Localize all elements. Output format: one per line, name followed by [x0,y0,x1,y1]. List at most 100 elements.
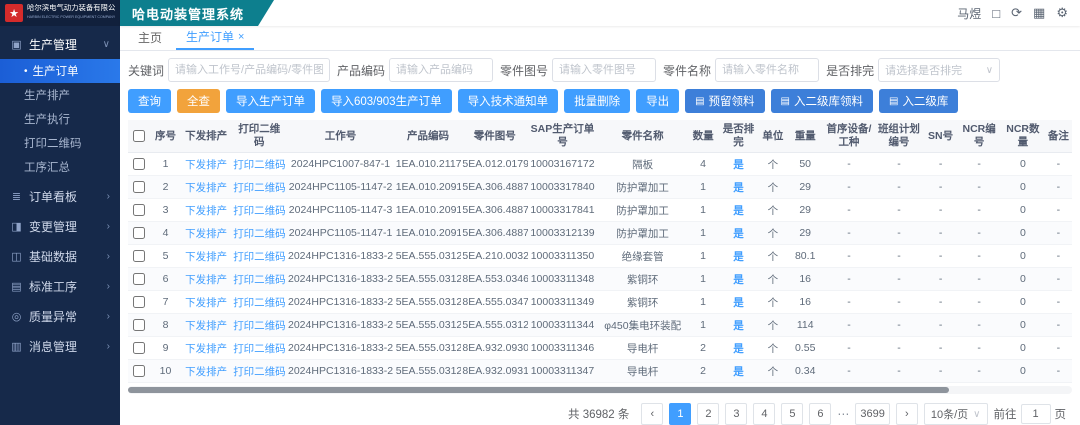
next-page-button[interactable]: › [896,403,918,425]
sidebar-item-process-summary[interactable]: 工序汇总 [0,155,120,179]
cell-qty: 1 [689,199,718,222]
page-button-3[interactable]: 3 [725,403,747,425]
dispatch-link[interactable]: 下发排产 [185,159,227,171]
page-button-4[interactable]: 4 [753,403,775,425]
goto-label: 前往 [994,406,1017,422]
more-pages-icon[interactable]: ⋯ [837,407,849,421]
tab-home[interactable]: 主页 [128,26,172,50]
cell-weight: 114 [786,314,824,337]
sidebar-subitem-label: 打印二维码 [24,135,82,151]
export-button[interactable]: 导出 [636,89,679,113]
row-checkbox[interactable] [133,319,145,331]
query-all-button[interactable]: 全查 [177,89,220,113]
print-qr-link[interactable]: 打印二维码 [233,251,286,263]
sidebar-item-quality-exception[interactable]: ◎ 质量异常 › [0,301,120,331]
cell-part-no: 5EA.306.4887 [461,199,528,222]
sidebar-item-order-board[interactable]: ≣ 订单看板 › [0,181,120,211]
cell-product-code: 1EA.010.2091 [395,199,462,222]
cell-dispatch: 下发排产 [180,314,232,337]
page-button-5[interactable]: 5 [781,403,803,425]
cell-scheduled: 是 [718,199,760,222]
batch-delete-button[interactable]: 批量删除 [564,89,630,113]
print-qr-link[interactable]: 打印二维码 [233,228,286,240]
filter-keyword: 关键词 [128,58,330,82]
dispatch-link[interactable]: 下发排产 [185,182,227,194]
horizontal-scrollbar[interactable] [128,386,1072,394]
page-button-6[interactable]: 6 [809,403,831,425]
goto-page-input[interactable] [1021,404,1051,424]
part-no-input[interactable] [552,58,656,82]
refresh-icon[interactable]: ⟳ [1011,5,1022,21]
print-qr-link[interactable]: 打印二维码 [233,205,286,217]
print-qr-link[interactable]: 打印二维码 [233,159,286,171]
import-tech-notice-button[interactable]: 导入技术通知单 [458,89,559,113]
cell-dispatch: 下发排产 [180,291,232,314]
row-checkbox[interactable] [133,365,145,377]
import-orders-button[interactable]: 导入生产订单 [226,89,315,113]
print-qr-link[interactable]: 打印二维码 [233,366,286,378]
tab-production-orders[interactable]: 生产订单 × [176,26,254,50]
row-select-cell [128,314,151,337]
keyword-input[interactable] [168,58,330,82]
col-product-code: 产品编码 [395,120,462,153]
cell-ncr-no: - [957,337,1001,360]
user-name[interactable]: 马煜 [957,5,981,22]
cell-product-code: 1EA.010.2091 [395,222,462,245]
print-qr-link[interactable]: 打印二维码 [233,343,286,355]
topbar-right: 马煜 □ ⟳ ▦ ⚙ [957,5,1080,22]
sidebar-item-change-mgmt[interactable]: ◨ 变更管理 › [0,211,120,241]
row-checkbox[interactable] [133,181,145,193]
row-checkbox[interactable] [133,158,145,170]
scheduled-label: 是否排完 [826,62,874,79]
dispatch-link[interactable]: 下发排产 [185,343,227,355]
sidebar-item-production-mgmt[interactable]: ▣ 生产管理 ∨ [0,29,120,59]
sidebar-item-production-orders[interactable]: • 生产订单 [0,59,120,83]
sidebar-item-production-scheduling[interactable]: 生产排产 [0,83,120,107]
sidebar-item-print-qrcode[interactable]: 打印二维码 [0,131,120,155]
row-checkbox[interactable] [133,227,145,239]
sidebar-item-base-data[interactable]: ◫ 基础数据 › [0,241,120,271]
part-name-input[interactable] [715,58,819,82]
sidebar-item-standard-process[interactable]: ▤ 标准工序 › [0,271,120,301]
row-checkbox[interactable] [133,273,145,285]
row-checkbox[interactable] [133,342,145,354]
scheduled-select[interactable]: 请选择是否排完 ∨ [878,58,1000,82]
into-secondary-store-button[interactable]: ▤ 入二级库 [879,89,958,113]
page-button-2[interactable]: 2 [697,403,719,425]
goto-page: 前往 页 [994,404,1067,424]
cell-weight: 29 [786,222,824,245]
dispatch-link[interactable]: 下发排产 [185,205,227,217]
fullscreen-icon[interactable]: □ [992,6,1000,21]
print-qr-link[interactable]: 打印二维码 [233,297,286,309]
product-code-input[interactable] [389,58,493,82]
secondary-store-picking-button[interactable]: ▤ 入二级库领料 [771,89,873,113]
grid-icon[interactable]: ▦ [1033,5,1045,21]
row-checkbox[interactable] [133,296,145,308]
page-size-select[interactable]: 10条/页 ∨ [924,403,988,425]
import-603-903-orders-button[interactable]: 导入603/903生产订单 [321,89,452,113]
dispatch-link[interactable]: 下发排产 [185,228,227,240]
row-checkbox[interactable] [133,250,145,262]
row-checkbox[interactable] [133,204,145,216]
page-button-last[interactable]: 3699 [855,403,889,425]
page-button-1[interactable]: 1 [669,403,691,425]
sidebar-item-message-mgmt[interactable]: ▥ 消息管理 › [0,331,120,361]
cell-scheduled: 是 [718,222,760,245]
dispatch-link[interactable]: 下发排产 [185,297,227,309]
scrollbar-thumb[interactable] [128,387,949,393]
dispatch-link[interactable]: 下发排产 [185,366,227,378]
query-button[interactable]: 查询 [128,89,171,113]
dispatch-link[interactable]: 下发排产 [185,320,227,332]
print-qr-link[interactable]: 打印二维码 [233,274,286,286]
prev-page-button[interactable]: ‹ [641,403,663,425]
print-qr-link[interactable]: 打印二维码 [233,320,286,332]
reserved-picking-button[interactable]: ▤ 预留领料 [685,89,764,113]
gear-icon[interactable]: ⚙ [1056,5,1068,21]
cell-remark: - [1045,176,1072,199]
close-icon[interactable]: × [238,26,244,48]
dispatch-link[interactable]: 下发排产 [185,251,227,263]
dispatch-link[interactable]: 下发排产 [185,274,227,286]
print-qr-link[interactable]: 打印二维码 [233,182,286,194]
sidebar-item-production-execution[interactable]: 生产执行 [0,107,120,131]
select-all-checkbox[interactable] [133,130,145,142]
